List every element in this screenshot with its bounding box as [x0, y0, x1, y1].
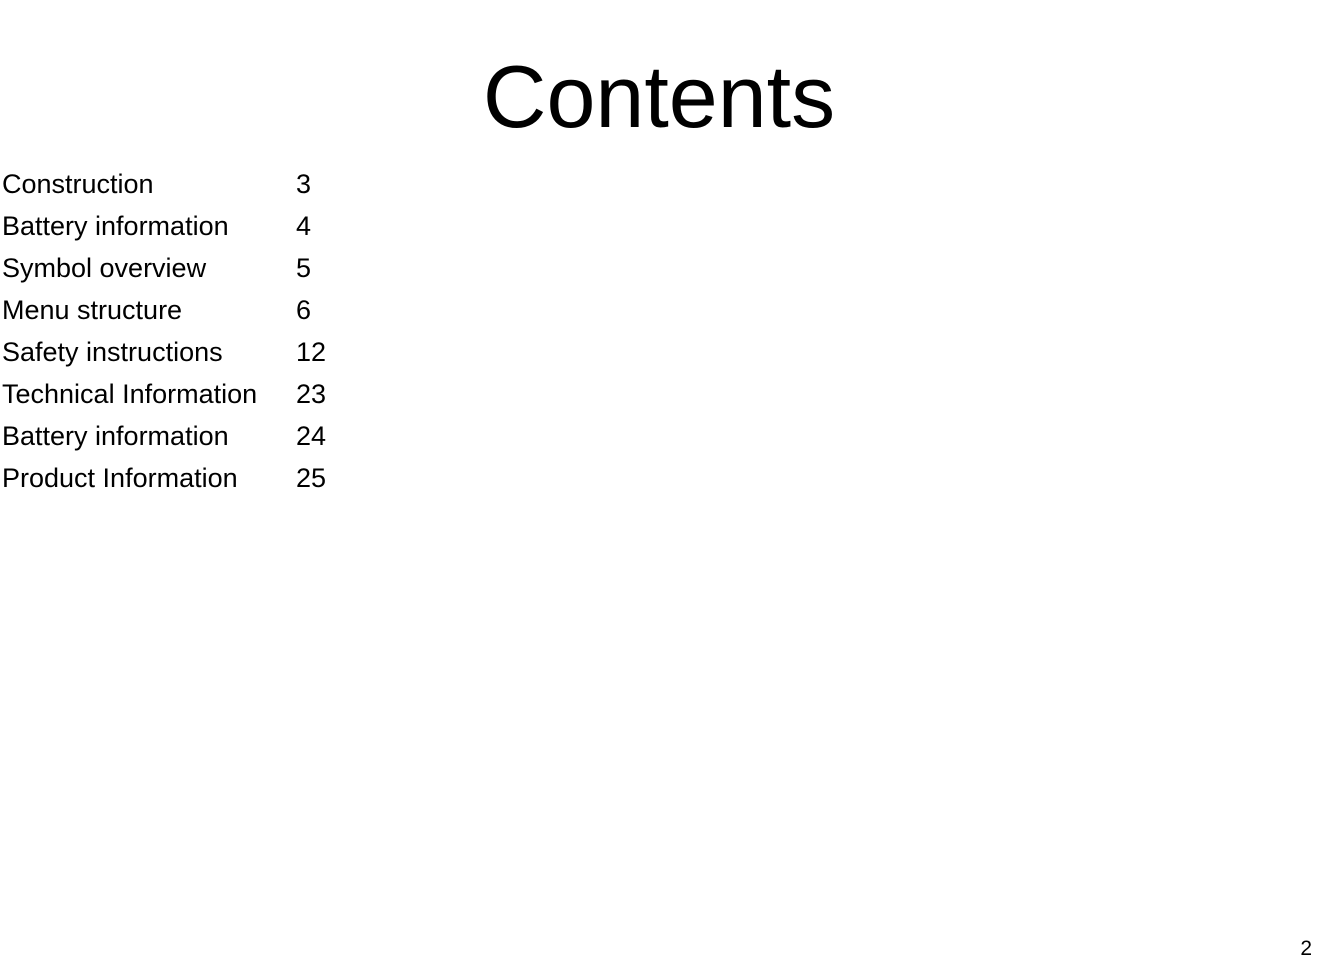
toc-entry-label: Construction — [2, 169, 154, 199]
toc-entry[interactable]: Symbol overview 5 — [2, 247, 702, 289]
toc-entry[interactable]: Technical Information 23 — [2, 373, 702, 415]
toc-entry[interactable]: Product Information 25 — [2, 457, 702, 499]
footer-page-number: 2 — [1300, 937, 1312, 960]
toc-entry-page: 3 — [296, 169, 312, 199]
page-title: Contents — [482, 46, 836, 146]
toc-entry-label: Safety instructions — [2, 337, 223, 367]
document-page: Contents Construction 3 Battery informat… — [0, 0, 1318, 959]
toc-entry-page: 12 — [296, 337, 327, 367]
toc-entry-page: 6 — [296, 295, 312, 325]
toc-entry-label: Symbol overview — [2, 253, 207, 283]
toc-entry-page: 23 — [296, 379, 327, 409]
toc-entry[interactable]: Battery information 4 — [2, 205, 702, 247]
toc-entry-page: 24 — [296, 421, 327, 451]
toc-entry-page: 4 — [296, 211, 312, 241]
toc-entry[interactable]: Safety instructions 12 — [2, 331, 702, 373]
toc-entry-label: Menu structure — [2, 295, 183, 325]
toc-entry-label: Technical Information — [2, 379, 258, 409]
toc-entry-label: Battery information — [2, 211, 229, 241]
toc-entry[interactable]: Menu structure 6 — [2, 289, 702, 331]
toc-entry[interactable]: Construction 3 — [2, 163, 702, 205]
toc-entry-label: Battery information — [2, 421, 229, 451]
toc-entry-label: Product Information — [2, 463, 238, 493]
table-of-contents: Construction 3 Battery information 4 Sym… — [2, 163, 702, 499]
toc-entry[interactable]: Battery information 24 — [2, 415, 702, 457]
toc-entry-page: 5 — [296, 253, 312, 283]
toc-entry-page: 25 — [296, 463, 327, 493]
